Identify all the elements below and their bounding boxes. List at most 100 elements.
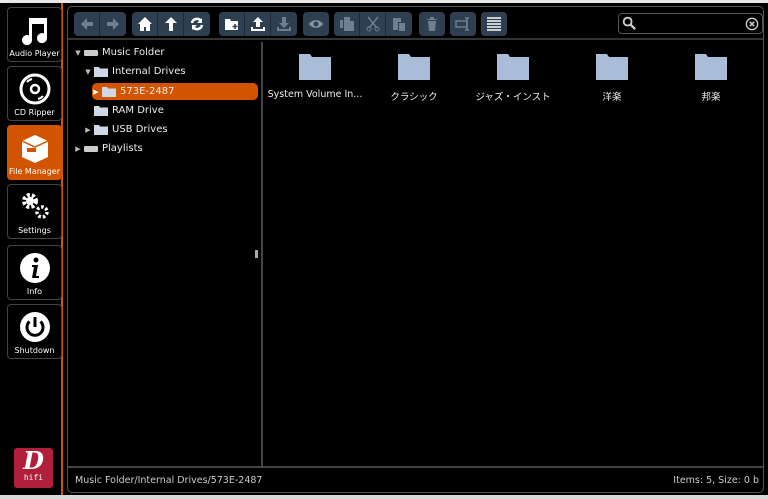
scissors-icon	[366, 16, 379, 32]
rename-button[interactable]	[450, 12, 476, 36]
cut-button[interactable]	[360, 12, 386, 36]
folder-icon	[398, 54, 430, 80]
nav-label: Shutdown	[14, 346, 55, 355]
arrow-left-icon	[80, 18, 93, 30]
home-button[interactable]	[132, 12, 158, 36]
folder-item[interactable]: System Volume In...	[265, 52, 365, 100]
tree-item-label: Music Folder	[102, 47, 165, 58]
forward-button[interactable]	[100, 12, 126, 36]
expand-arrow-icon[interactable]: ▼	[74, 49, 82, 57]
folder-item[interactable]: 邦楽	[661, 52, 761, 103]
delete-button[interactable]	[419, 12, 445, 36]
gears-icon	[21, 193, 49, 219]
tree-item-label: 573E-2487	[120, 86, 175, 97]
folder-label: 洋楽	[602, 92, 622, 103]
arrow-up-icon	[164, 17, 177, 31]
list-icon	[487, 17, 501, 31]
search-input[interactable]	[639, 16, 739, 31]
trash-icon	[427, 17, 437, 31]
tree-item-label: RAM Drive	[112, 105, 164, 116]
eye-icon	[309, 20, 323, 28]
folder-icon	[94, 67, 108, 77]
clipboard-button-group	[334, 12, 412, 36]
rename-button-group	[450, 12, 476, 36]
music-note-icon	[21, 18, 47, 46]
drive-icon	[84, 50, 98, 56]
disc-icon	[19, 73, 50, 105]
collapsed-arrow-icon[interactable]: ▶	[92, 88, 100, 96]
nav-label: Settings	[18, 226, 51, 235]
nav-label: Audio Player	[9, 49, 60, 58]
preview-button-group	[303, 12, 329, 36]
upload-button[interactable]	[245, 12, 271, 36]
location-button-group	[132, 12, 210, 36]
pane-resize-handle[interactable]	[255, 250, 258, 258]
tree-item-playlists[interactable]: ▶ Playlists	[74, 140, 143, 157]
clear-search-icon[interactable]	[745, 17, 759, 31]
search-box	[618, 13, 763, 34]
nav-audio-player[interactable]: Audio Player	[7, 7, 62, 62]
nav-settings[interactable]: Settings	[7, 184, 62, 239]
refresh-icon	[190, 17, 204, 31]
tree-item-internal-drives[interactable]: ▼ Internal Drives	[84, 63, 186, 80]
tree-item-label: Internal Drives	[112, 66, 186, 77]
upload-icon	[250, 17, 265, 31]
tree-item-usb-drives[interactable]: ▶ USB Drives	[84, 121, 168, 138]
folder-icon	[299, 54, 331, 80]
folder-icon	[94, 125, 108, 135]
copy-icon	[339, 17, 354, 31]
view-button-group	[481, 12, 507, 36]
folder-label: ジャズ・インスト	[475, 92, 551, 103]
folder-tree: ▼ Music Folder ▼ Internal Drives ▶ 573E-248…	[68, 42, 263, 467]
nav-info[interactable]: Info	[7, 245, 62, 300]
toolbar	[68, 7, 763, 40]
rename-icon	[455, 17, 469, 31]
tree-item-music-folder[interactable]: ▼ Music Folder	[74, 44, 165, 61]
new-folder-button[interactable]	[219, 12, 245, 36]
download-button[interactable]	[271, 12, 297, 36]
delete-button-group	[419, 12, 445, 36]
expand-arrow-icon[interactable]: ▼	[84, 68, 92, 76]
folder-icon	[94, 106, 108, 116]
folder-label: System Volume In...	[267, 89, 363, 100]
current-path: Music Folder/Internal Drives/573E-2487	[75, 475, 263, 486]
tree-item-573e-2487[interactable]: ▶ 573E-2487	[92, 83, 258, 100]
folder-icon	[596, 54, 628, 80]
status-bar: Music Folder/Internal Drives/573E-2487 I…	[68, 466, 763, 492]
collapsed-arrow-icon[interactable]: ▶	[84, 126, 92, 134]
back-button[interactable]	[74, 12, 100, 36]
nav-label: CD Ripper	[14, 108, 55, 117]
nav-shutdown[interactable]: Shutdown	[7, 304, 62, 359]
file-manager-panel: ▼ Music Folder ▼ Internal Drives ▶ 573E-248…	[67, 6, 764, 493]
folder-item[interactable]: 洋楽	[562, 52, 662, 103]
nav-file-manager[interactable]: File Manager	[7, 125, 62, 180]
arrow-right-icon	[107, 18, 119, 30]
folder-item[interactable]: クラシック	[364, 52, 464, 103]
copy-button[interactable]	[334, 12, 360, 36]
folder-label: 邦楽	[701, 92, 721, 103]
folder-item[interactable]: ジャズ・インスト	[463, 52, 563, 103]
nav-cd-ripper[interactable]: CD Ripper	[7, 66, 62, 121]
preview-button[interactable]	[303, 12, 329, 36]
nav-label: File Manager	[9, 167, 60, 176]
up-button[interactable]	[158, 12, 184, 36]
box-icon	[21, 135, 48, 163]
file-grid: System Volume In... クラシック ジャズ・インスト 洋楽 邦楽	[265, 42, 763, 467]
collapsed-arrow-icon[interactable]: ▶	[74, 145, 82, 153]
paste-icon	[393, 18, 405, 31]
tree-item-label: Playlists	[102, 143, 143, 154]
home-icon	[137, 17, 152, 31]
tree-item-label: USB Drives	[112, 124, 168, 135]
drive-icon	[84, 146, 98, 152]
window-top-edge	[0, 0, 768, 3]
folder-icon	[695, 54, 727, 80]
sidebar: Audio Player CD Ripper File Manager Sett…	[6, 3, 63, 495]
search-icon	[622, 16, 636, 30]
refresh-button[interactable]	[184, 12, 210, 36]
tree-item-ram-drive[interactable]: RAM Drive	[84, 102, 164, 119]
folder-icon	[497, 54, 529, 80]
list-view-button[interactable]	[481, 12, 507, 36]
paste-button[interactable]	[386, 12, 412, 36]
folder-label: クラシック	[390, 92, 438, 103]
hifi-logo: Dhifi	[14, 448, 53, 488]
